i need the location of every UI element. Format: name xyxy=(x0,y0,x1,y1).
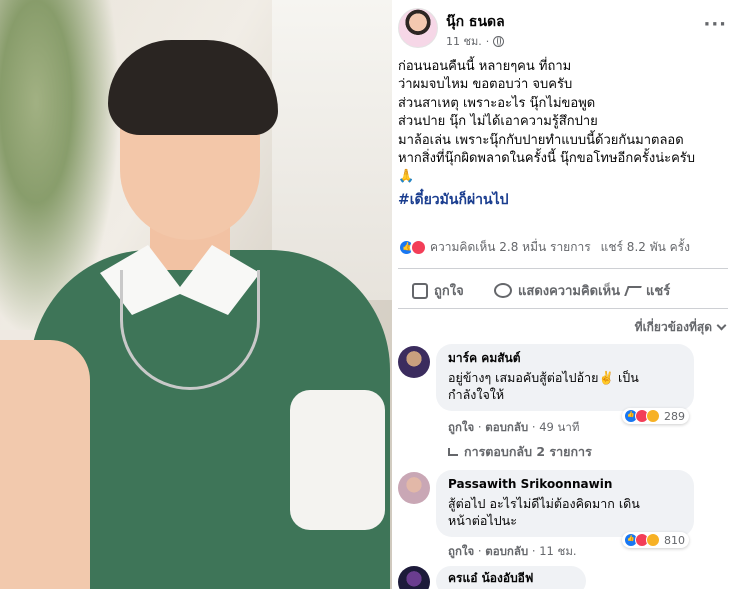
comment-like-link[interactable]: ถูกใจ xyxy=(448,420,474,434)
post-photo[interactable] xyxy=(0,0,392,589)
post-body: ก่อนนอนคืนนี้ หลายๆคน ที่ถาม ว่าผมจบไหม … xyxy=(398,58,733,209)
post-panel: นุ๊ก ธนดล 11 ชม. · ··· ก่อนนอนคืนนี้ หลา… xyxy=(392,0,737,589)
comment-reply-link[interactable]: ตอบกลับ xyxy=(485,420,528,434)
reply-arrow-icon xyxy=(448,448,458,456)
thumbs-up-icon xyxy=(412,282,428,299)
replies-label: การตอบกลับ 2 รายการ xyxy=(464,444,592,459)
post-actions: ถูกใจ แสดงความคิดเห็น แชร์ xyxy=(398,280,728,306)
comment-actions: ถูกใจ · ตอบกลับ · 49 นาที xyxy=(448,420,580,434)
comment-text: หน้าต่อไปนะ xyxy=(448,513,517,528)
post-meta: 11 ชม. · xyxy=(446,32,505,50)
globe-icon xyxy=(493,35,505,47)
post-line: ส่วนปาย นุ๊ก ไม่ได้เอาความรู้สึกปาย xyxy=(398,114,598,130)
post-hashtag[interactable]: #เดี๋ยวมันก็ผ่านไป xyxy=(398,191,733,209)
share-icon xyxy=(624,284,640,298)
comment-text: กำลังใจให้ xyxy=(448,387,505,402)
commenter-avatar[interactable] xyxy=(398,472,430,504)
share-button[interactable]: แชร์ xyxy=(624,280,670,301)
commenter-name[interactable]: มาร์ค คมสันต์ xyxy=(448,350,682,367)
commenter-name[interactable]: ครแอ๋ น้องอับอีฟ xyxy=(448,570,574,587)
comment-time[interactable]: 11 ชม. xyxy=(539,544,576,558)
post-line: มาล้อเล่น เพราะนุ๊กกับปายทำแบบนี้ด้วยกัน… xyxy=(398,132,684,148)
post-line: หากสิ่งที่นุ๊กผิดพลาดในครั้งนี้ นุ๊กขอโท… xyxy=(398,151,696,167)
reaction-count: 810 xyxy=(664,533,685,547)
author-avatar[interactable] xyxy=(398,8,438,48)
comment-actions: ถูกใจ · ตอบกลับ · 11 ชม. xyxy=(448,544,577,558)
reaction-count: 289 xyxy=(664,409,685,423)
comment-bubble: Passawith Srikoonnawin สู้ต่อไป อะไรไม่ด… xyxy=(436,470,694,537)
comment-count[interactable]: ความคิดเห็น 2.8 หมื่น รายการ xyxy=(430,238,591,257)
haha-reaction-icon xyxy=(646,409,660,423)
chevron-down-icon xyxy=(716,320,727,331)
post-line: ว่าผมจบไหม ขอตอบว่า จบครับ xyxy=(398,77,573,93)
comment-reactions[interactable]: 289 xyxy=(622,408,689,424)
post-stats: ความคิดเห็น 2.8 หมื่น รายการ แชร์ 8.2 พั… xyxy=(398,238,733,257)
haha-reaction-icon xyxy=(646,533,660,547)
more-dots-icon[interactable]: ··· xyxy=(703,14,727,35)
commenter-avatar[interactable] xyxy=(398,346,430,378)
post-author-name[interactable]: นุ๊ก ธนดล xyxy=(446,11,505,33)
comment-bubble: ครแอ๋ น้องอับอีฟ xyxy=(436,566,586,589)
share-count[interactable]: แชร์ 8.2 พัน ครั้ง xyxy=(601,238,690,257)
commenter-avatar[interactable] xyxy=(398,566,430,589)
photo-white-sleeve xyxy=(290,390,385,530)
comment-text: อยู่ข้างๆ เสมอคับสู้ต่อไปอ้าย✌️ เป็น xyxy=(448,370,639,385)
comment-sort-dropdown[interactable]: ที่เกี่ยวข้องที่สุด xyxy=(634,318,727,337)
divider xyxy=(398,308,728,309)
share-label: แชร์ xyxy=(646,284,671,299)
comment-button[interactable]: แสดงความคิดเห็น xyxy=(494,280,620,301)
like-label: ถูกใจ xyxy=(434,284,464,299)
view-replies-link[interactable]: การตอบกลับ 2 รายการ xyxy=(448,442,592,462)
comment-icon xyxy=(494,283,512,298)
comment-reply-link[interactable]: ตอบกลับ xyxy=(485,544,528,558)
post-line: ก่อนนอนคืนนี้ หลายๆคน ที่ถาม xyxy=(398,59,572,74)
comment-bubble: มาร์ค คมสันต์ อยู่ข้างๆ เสมอคับสู้ต่อไปอ… xyxy=(436,344,694,411)
comment-label: แสดงความคิดเห็น xyxy=(518,284,621,299)
photo-arm xyxy=(0,340,90,589)
divider xyxy=(398,268,728,269)
sort-label: ที่เกี่ยวข้องที่สุด xyxy=(634,320,712,334)
commenter-name[interactable]: Passawith Srikoonnawin xyxy=(448,476,682,493)
comment-time[interactable]: 49 นาที xyxy=(539,420,579,434)
like-button[interactable]: ถูกใจ xyxy=(412,280,464,301)
comment-like-link[interactable]: ถูกใจ xyxy=(448,544,474,558)
comment-reactions[interactable]: 810 xyxy=(622,532,689,548)
post-line-emoji: 🙏 xyxy=(398,169,415,185)
comment-text: สู้ต่อไป อะไรไม่ดีไม่ต้องคิดมาก เดิน xyxy=(448,496,640,511)
post-line: ส่วนสาเหตุ เพราะอะไร นุ๊กไม่ขอพูด xyxy=(398,95,596,111)
love-reaction-icon[interactable] xyxy=(410,239,427,256)
photo-hair xyxy=(108,40,278,135)
post-time[interactable]: 11 ชม. xyxy=(446,32,482,50)
